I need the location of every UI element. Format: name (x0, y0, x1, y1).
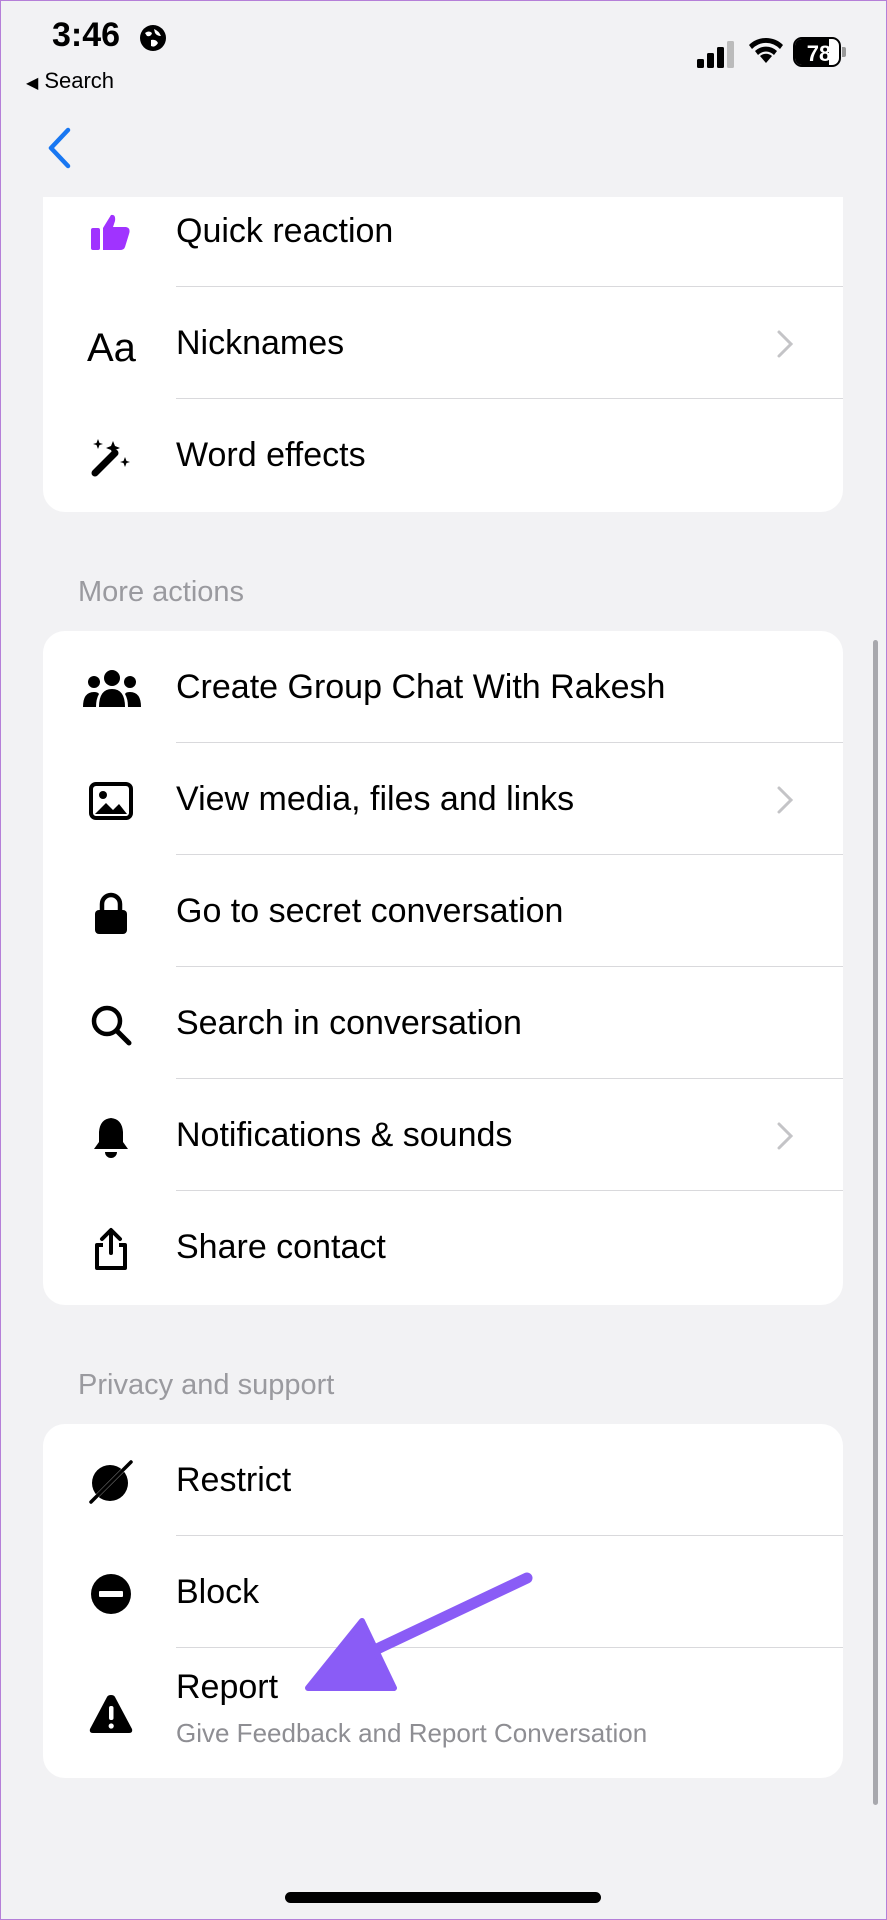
warning-icon (89, 1695, 133, 1733)
row-nicknames[interactable]: Aa Nicknames (43, 287, 843, 399)
row-view-media[interactable]: View media, files and links (43, 743, 843, 855)
restrict-icon (89, 1460, 133, 1504)
group-icon (83, 670, 141, 707)
back-chevron-icon[interactable] (44, 126, 74, 170)
battery-percent: 78 (806, 41, 832, 66)
chevron-right-icon (777, 786, 794, 814)
back-app-label: Search (44, 68, 115, 93)
lock-icon (95, 892, 127, 934)
chevron-right-icon (777, 1122, 794, 1150)
privacy-card: Restrict Block Report Give Feedback and … (43, 1424, 843, 1778)
row-report[interactable]: Report Give Feedback and Report Conversa… (43, 1648, 843, 1778)
row-label: Notifications & sounds (176, 1116, 513, 1154)
thumbs-up-icon (91, 214, 130, 250)
row-label: Restrict (176, 1461, 292, 1499)
row-label: Quick reaction (176, 212, 394, 250)
row-notifications[interactable]: Notifications & sounds (43, 1079, 843, 1191)
chevron-right-icon (777, 330, 794, 358)
row-label: Share contact (176, 1228, 386, 1266)
chat-settings-card: Quick reaction Aa Nicknames Word effects (43, 197, 843, 512)
row-quick-reaction[interactable]: Quick reaction (43, 175, 843, 287)
row-block[interactable]: Block (43, 1536, 843, 1648)
svg-text:Aa: Aa (87, 326, 137, 367)
status-time: 3:46 (52, 16, 121, 54)
row-label: Nicknames (176, 324, 345, 362)
search-icon (91, 1005, 132, 1046)
row-share-contact[interactable]: Share contact (43, 1191, 843, 1303)
row-label: Block (176, 1573, 260, 1611)
row-sublabel: Give Feedback and Report Conversation (176, 1718, 648, 1748)
battery-tip (842, 47, 846, 57)
scrollbar[interactable] (873, 640, 878, 1805)
back-triangle-icon: ◀ (26, 75, 39, 92)
home-indicator[interactable] (285, 1892, 601, 1903)
section-title-privacy: Privacy and support (78, 1369, 335, 1401)
battery-indicator: 78 (793, 37, 847, 67)
row-label: Report (176, 1668, 279, 1706)
row-search-conversation[interactable]: Search in conversation (43, 967, 843, 1079)
row-label: Create Group Chat With Rakesh (176, 668, 666, 706)
image-icon (89, 782, 133, 820)
section-title-more-actions: More actions (78, 576, 245, 608)
text-aa-icon: Aa (87, 326, 137, 367)
row-label: Word effects (176, 436, 366, 474)
wifi-icon (749, 37, 783, 63)
row-create-group-chat[interactable]: Create Group Chat With Rakesh (43, 631, 843, 743)
bell-icon (94, 1118, 128, 1158)
row-label: View media, files and links (176, 780, 575, 818)
globe-icon (140, 25, 166, 51)
row-restrict[interactable]: Restrict (43, 1424, 843, 1536)
row-secret-conversation[interactable]: Go to secret conversation (43, 855, 843, 967)
share-icon (95, 1228, 127, 1270)
row-word-effects[interactable]: Word effects (43, 399, 843, 511)
back-to-app[interactable]: ◀ Search (26, 68, 114, 94)
block-icon (91, 1574, 131, 1614)
magic-wand-icon (91, 439, 130, 477)
row-label: Go to secret conversation (176, 892, 564, 930)
row-label: Search in conversation (176, 1004, 522, 1042)
cellular-signal-icon (697, 41, 734, 68)
more-actions-card: Create Group Chat With Rakesh View media… (43, 631, 843, 1305)
